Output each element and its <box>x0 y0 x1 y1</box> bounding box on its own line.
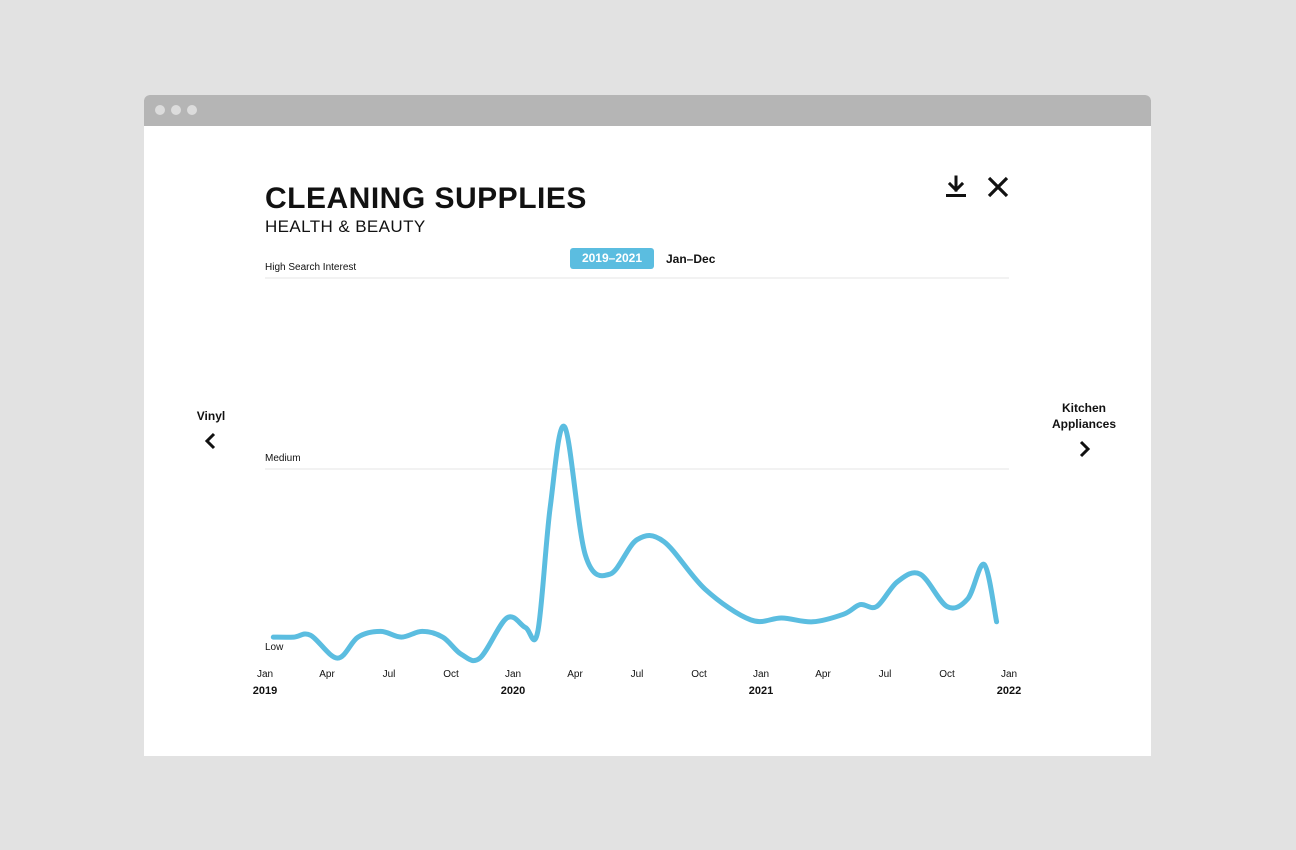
x-tick-label: Apr <box>319 669 335 680</box>
x-tick-label: Jan <box>505 669 521 680</box>
x-tick-label: Oct <box>691 669 707 680</box>
x-year-label: 2022 <box>997 685 1021 697</box>
x-tick-label: Apr <box>567 669 583 680</box>
x-year-label: 2019 <box>253 685 277 697</box>
x-tick-label: Oct <box>939 669 955 680</box>
search-interest-chart: Low Medium High Search Interest Jan 2019 Apr J… <box>253 262 1021 697</box>
x-tick-label: Oct <box>443 669 459 680</box>
x-tick-label: Jul <box>879 669 892 680</box>
series-line <box>270 423 1000 664</box>
y-level-label: High Search Interest <box>265 262 356 273</box>
x-tick-label: Jan <box>1001 669 1017 680</box>
x-tick-label: Apr <box>815 669 831 680</box>
x-tick-label: Jan <box>753 669 769 680</box>
y-level-label: Medium <box>265 453 301 464</box>
x-year-label: 2020 <box>501 685 525 697</box>
x-tick-label: Jan <box>257 669 273 680</box>
x-tick-label: Jul <box>631 669 644 680</box>
x-year-label: 2021 <box>749 685 773 697</box>
y-level-label: Low <box>265 642 284 653</box>
x-tick-label: Jul <box>383 669 396 680</box>
browser-window: CLEANING SUPPLIES HEALTH & BEAUTY 2019–2… <box>144 95 1151 756</box>
